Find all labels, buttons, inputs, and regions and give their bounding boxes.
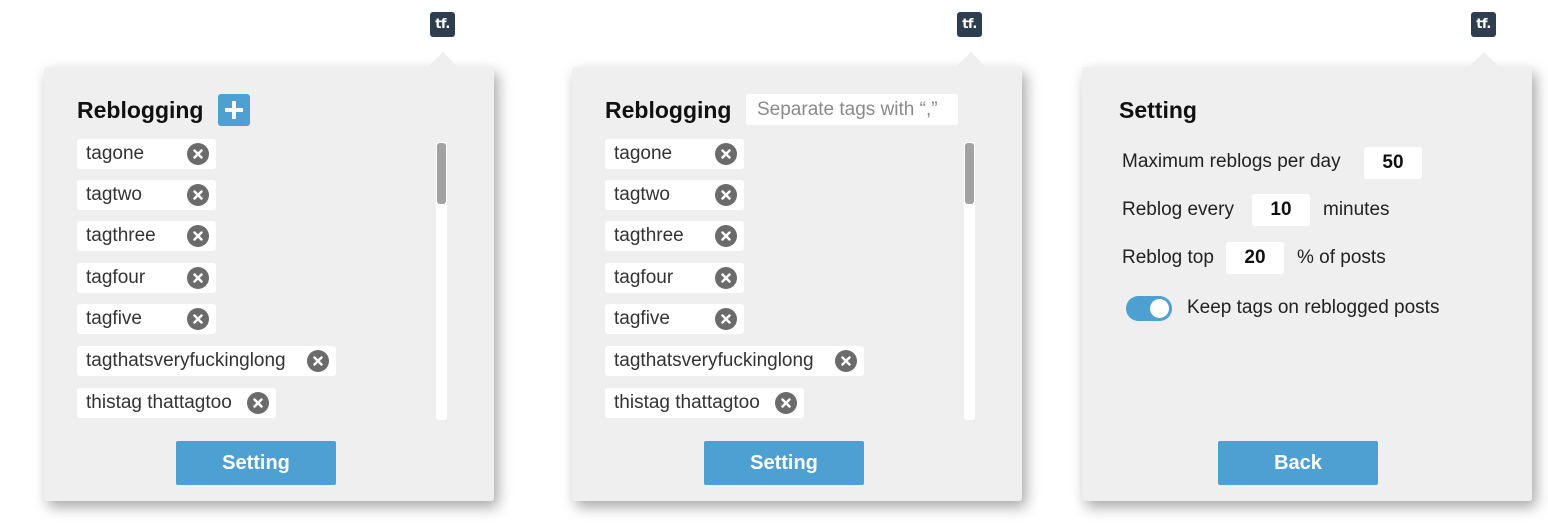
tag-label: tagfive <box>86 308 142 329</box>
tag-item: tagtwo <box>77 180 216 210</box>
reblog-top-input[interactable] <box>1226 242 1284 274</box>
tag-item: tagthree <box>77 221 216 251</box>
tag-label: tagthatsveryfuckinglong <box>86 350 286 371</box>
remove-tag-icon[interactable] <box>715 267 737 289</box>
remove-tag-icon[interactable] <box>715 143 737 165</box>
tag-list-scrollbar[interactable] <box>436 142 447 420</box>
tag-label: tagone <box>86 143 145 164</box>
tag-label: tagone <box>614 143 673 164</box>
remove-tag-icon[interactable] <box>187 184 209 206</box>
tag-list-scrollbar[interactable] <box>964 142 975 420</box>
remove-tag-icon[interactable] <box>775 392 797 414</box>
tag-item: tagfour <box>77 263 216 293</box>
tag-label: thistag thattagtoo <box>614 392 760 413</box>
reblogging-popup: Reblogging tagone tagtwo tagthree tagfou… <box>44 52 494 501</box>
scrollbar-thumb[interactable] <box>437 143 446 204</box>
tag-item: tagone <box>77 139 216 169</box>
reblog-top-unit: % of posts <box>1297 247 1386 268</box>
reblog-every-label: Reblog every <box>1122 199 1234 220</box>
tumblr-friend-icon[interactable]: tf. <box>1471 12 1496 37</box>
remove-tag-icon[interactable] <box>187 308 209 330</box>
tag-label: tagthatsveryfuckinglong <box>614 350 814 371</box>
setting-popup: Setting Maximum reblogs per day Reblog e… <box>1082 52 1532 501</box>
panel-title: Reblogging <box>77 97 204 123</box>
remove-tag-icon[interactable] <box>187 143 209 165</box>
popup-caret <box>1468 52 1500 68</box>
tag-item: tagfive <box>605 304 744 334</box>
tag-label: tagfive <box>614 308 670 329</box>
tag-label: tagthree <box>86 225 156 246</box>
remove-tag-icon[interactable] <box>247 392 269 414</box>
tumblr-friend-icon[interactable]: tf. <box>430 12 455 37</box>
toggle-knob <box>1150 299 1169 318</box>
tag-item: thistag thattagtoo <box>605 388 804 418</box>
tag-item: tagthree <box>605 221 744 251</box>
reblog-top-label: Reblog top <box>1122 247 1214 268</box>
plus-icon <box>225 101 243 119</box>
tumblr-friend-icon[interactable]: tf. <box>957 12 982 37</box>
remove-tag-icon[interactable] <box>187 225 209 247</box>
reblog-every-unit: minutes <box>1323 199 1390 220</box>
tag-item: tagthatsveryfuckinglong <box>605 346 864 376</box>
tag-item: tagfive <box>77 304 216 334</box>
setting-button[interactable]: Setting <box>704 441 864 485</box>
remove-tag-icon[interactable] <box>187 267 209 289</box>
tag-label: tagthree <box>614 225 684 246</box>
remove-tag-icon[interactable] <box>307 350 329 372</box>
tag-label: tagfour <box>614 267 674 288</box>
remove-tag-icon[interactable] <box>715 184 737 206</box>
panel-title: Setting <box>1119 97 1197 123</box>
reblogging-popup-input: Reblogging tagone tagtwo tagthree tagfou… <box>572 52 1022 501</box>
tag-label: tagtwo <box>614 184 670 205</box>
setting-button[interactable]: Setting <box>176 441 336 485</box>
max-reblogs-label: Maximum reblogs per day <box>1122 151 1341 172</box>
tag-item: tagone <box>605 139 744 169</box>
new-tag-input[interactable] <box>746 94 958 125</box>
remove-tag-icon[interactable] <box>715 225 737 247</box>
tag-item: thistag thattagtoo <box>77 388 276 418</box>
keep-tags-label: Keep tags on reblogged posts <box>1187 297 1440 318</box>
scrollbar-thumb[interactable] <box>965 143 974 204</box>
remove-tag-icon[interactable] <box>715 308 737 330</box>
remove-tag-icon[interactable] <box>835 350 857 372</box>
tag-label: thistag thattagtoo <box>86 392 232 413</box>
popup-caret <box>427 52 459 68</box>
tag-item: tagthatsveryfuckinglong <box>77 346 336 376</box>
max-reblogs-input[interactable] <box>1364 147 1422 179</box>
tag-item: tagtwo <box>605 180 744 210</box>
popup-caret <box>955 52 987 68</box>
reblog-interval-input[interactable] <box>1252 194 1310 226</box>
back-button[interactable]: Back <box>1218 441 1378 485</box>
panel-title: Reblogging <box>605 97 732 123</box>
keep-tags-toggle[interactable] <box>1126 296 1172 321</box>
add-tag-button[interactable] <box>218 94 250 126</box>
tag-label: tagtwo <box>86 184 142 205</box>
tag-label: tagfour <box>86 267 146 288</box>
tag-item: tagfour <box>605 263 744 293</box>
